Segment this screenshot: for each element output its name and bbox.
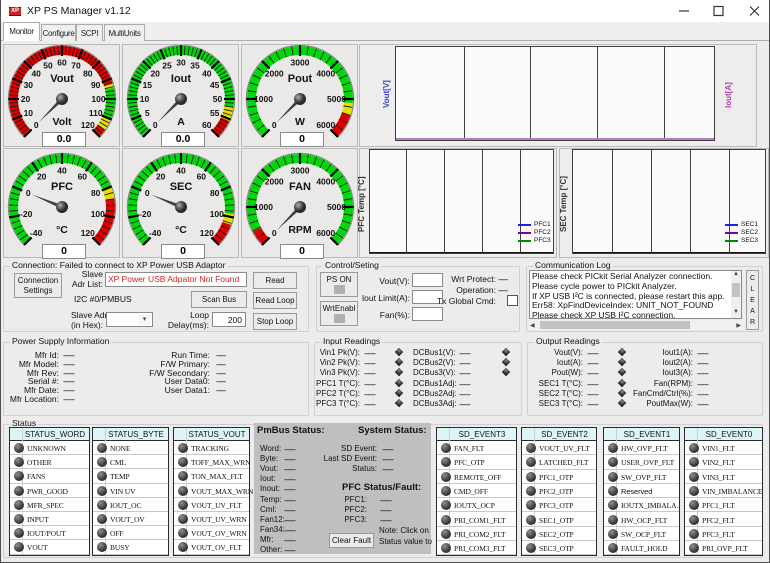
svg-text:90: 90 bbox=[91, 80, 101, 90]
svg-text:0: 0 bbox=[34, 120, 39, 130]
svg-text:3000: 3000 bbox=[291, 166, 310, 176]
svg-text:120: 120 bbox=[81, 228, 95, 238]
svg-text:50: 50 bbox=[213, 94, 223, 104]
svg-text:6000: 6000 bbox=[316, 228, 335, 238]
svg-text:40: 40 bbox=[202, 68, 212, 78]
svg-text:60: 60 bbox=[197, 172, 207, 182]
svg-text:SEC: SEC bbox=[170, 181, 193, 193]
svg-text:55: 55 bbox=[210, 108, 220, 118]
svg-text:4000: 4000 bbox=[316, 176, 335, 186]
svg-text:10: 10 bbox=[24, 108, 34, 118]
svg-text:°C: °C bbox=[56, 224, 68, 236]
svg-text:30: 30 bbox=[24, 80, 34, 90]
svg-text:2000: 2000 bbox=[265, 176, 284, 186]
svg-text:Pout: Pout bbox=[288, 73, 313, 85]
svg-text:40: 40 bbox=[176, 166, 186, 176]
svg-text:0: 0 bbox=[145, 188, 150, 198]
svg-text:20: 20 bbox=[21, 94, 31, 104]
svg-text:RPM: RPM bbox=[288, 224, 312, 236]
svg-text:2000: 2000 bbox=[265, 68, 284, 78]
svg-text:40: 40 bbox=[57, 166, 67, 176]
svg-text:120: 120 bbox=[200, 228, 214, 238]
svg-text:100: 100 bbox=[91, 94, 105, 104]
svg-text:-40: -40 bbox=[30, 228, 43, 238]
svg-text:5000: 5000 bbox=[327, 94, 346, 104]
svg-text:0: 0 bbox=[272, 120, 277, 130]
svg-text:40: 40 bbox=[31, 68, 41, 78]
svg-text:W: W bbox=[295, 116, 305, 128]
svg-text:-20: -20 bbox=[139, 209, 152, 219]
svg-text:80: 80 bbox=[91, 188, 101, 198]
svg-text:100: 100 bbox=[91, 209, 105, 219]
svg-text:100: 100 bbox=[210, 209, 224, 219]
svg-text:5: 5 bbox=[145, 108, 150, 118]
svg-text:FAN: FAN bbox=[289, 181, 311, 193]
svg-text:0: 0 bbox=[272, 228, 277, 238]
svg-text:-20: -20 bbox=[20, 209, 33, 219]
svg-text:Volt: Volt bbox=[52, 116, 72, 128]
svg-text:20: 20 bbox=[37, 172, 47, 182]
svg-text:80: 80 bbox=[83, 68, 93, 78]
svg-text:1000: 1000 bbox=[254, 202, 273, 212]
svg-text:60: 60 bbox=[57, 58, 67, 68]
svg-text:20: 20 bbox=[150, 68, 160, 78]
svg-text:Iout: Iout bbox=[171, 73, 191, 85]
svg-text:110: 110 bbox=[89, 108, 103, 118]
svg-text:60: 60 bbox=[78, 172, 88, 182]
svg-text:80: 80 bbox=[210, 188, 220, 198]
svg-text:0: 0 bbox=[153, 120, 158, 130]
svg-text:-40: -40 bbox=[149, 228, 162, 238]
svg-text:Vout: Vout bbox=[50, 73, 74, 85]
svg-text:15: 15 bbox=[143, 80, 153, 90]
svg-text:30: 30 bbox=[176, 58, 186, 68]
svg-text:3000: 3000 bbox=[291, 58, 310, 68]
svg-text:4000: 4000 bbox=[316, 68, 335, 78]
svg-text:5000: 5000 bbox=[327, 202, 346, 212]
svg-text:1000: 1000 bbox=[254, 94, 273, 104]
svg-text:6000: 6000 bbox=[316, 120, 335, 130]
svg-text:50: 50 bbox=[43, 60, 53, 70]
svg-text:PFC: PFC bbox=[51, 181, 73, 193]
svg-text:60: 60 bbox=[202, 120, 212, 130]
svg-text:25: 25 bbox=[162, 60, 172, 70]
svg-text:A: A bbox=[177, 116, 185, 128]
svg-text:45: 45 bbox=[210, 80, 220, 90]
svg-text:70: 70 bbox=[71, 60, 81, 70]
svg-text:120: 120 bbox=[81, 120, 95, 130]
svg-text:20: 20 bbox=[156, 172, 166, 182]
svg-text:35: 35 bbox=[190, 60, 200, 70]
svg-text:10: 10 bbox=[140, 94, 150, 104]
svg-text:0: 0 bbox=[26, 188, 31, 198]
svg-text:°C: °C bbox=[175, 224, 187, 236]
